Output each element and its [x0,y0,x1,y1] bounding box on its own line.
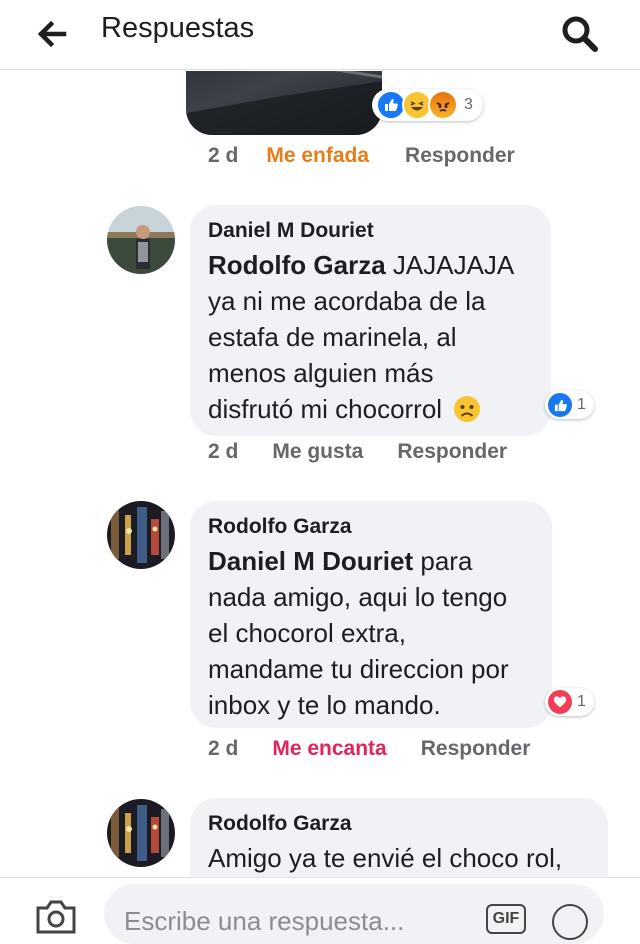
comment-actions: 2 d Me gusta Responder [208,440,507,464]
reactions-summary[interactable]: 3 [372,89,483,121]
reply-placeholder: Escribe una respuesta... [124,906,405,936]
arrow-left-icon[interactable] [34,14,74,54]
emoji-icon[interactable] [552,904,588,940]
reply-input[interactable]: Escribe una respuesta... GIF [104,884,604,944]
reaction-badge[interactable]: 1 [545,391,594,419]
page-title: Respuestas [101,12,255,44]
reply-link[interactable]: Responder [405,144,515,168]
reply-composer: Escribe una respuesta... GIF [0,877,640,944]
avatar[interactable] [107,206,175,274]
gif-button[interactable]: GIF [486,904,526,934]
reaction-link[interactable]: Me enfada [266,144,369,168]
comment-actions: 2 d Me encanta Responder [208,737,530,761]
reaction-link[interactable]: Me gusta [272,440,363,464]
reaction-count: 1 [577,396,586,413]
timestamp: 2 d [208,144,239,167]
comment-text-line: mandame tu direccion por [208,654,509,684]
reaction-count: 3 [464,96,473,113]
angry-reaction-icon [428,90,458,120]
timestamp: 2 d [208,737,239,760]
reaction-link[interactable]: Me encanta [272,737,386,761]
avatar[interactable] [107,501,175,569]
comment-photo[interactable] [186,71,382,135]
like-reaction-icon [548,393,572,417]
comment-text: Rodolfo Garza JAJAJAJA ya ni me acordaba… [208,247,531,427]
comment-text-line: menos alguien más [208,358,434,388]
camera-icon[interactable] [34,898,78,934]
comment-text: Daniel M Douriet para nada amigo, aqui l… [208,543,532,723]
avatar[interactable] [107,799,175,867]
comment-text: Amigo ya te envié el choco rol, [208,843,563,873]
comment-bubble: Rodolfo Garza Daniel M Douriet para nada… [190,501,552,728]
mention-link[interactable]: Rodolfo Garza [208,250,386,280]
comment-author[interactable]: Daniel M Douriet [208,219,531,243]
comment-text-line: inbox y te lo mando. [208,690,441,720]
comment-author[interactable]: Rodolfo Garza [208,812,588,836]
sad-face-icon [454,396,481,422]
comment-text-line: estafa de marinela, al [208,322,457,352]
top-bar: Respuestas [0,0,640,70]
comment-text-line: ya ni me acordaba de la [208,286,486,316]
reply-link[interactable]: Responder [421,737,531,761]
mention-link[interactable]: Daniel M Douriet [208,546,413,576]
comment-actions: 2 d Me enfada Responder [208,144,515,168]
comment-text-line: el chocorol extra, [208,618,406,648]
reaction-count: 1 [577,693,586,710]
timestamp: 2 d [208,440,239,463]
comment-text-line: disfrutó mi chocorrol [208,394,443,424]
replies-list: 3 2 d Me enfada Responder Daniel M Douri… [0,71,640,877]
comment-bubble: Daniel M Douriet Rodolfo Garza JAJAJAJA … [190,205,551,436]
comment-author[interactable]: Rodolfo Garza [208,515,532,539]
comment-text-line: nada amigo, aqui lo tengo [208,582,508,612]
reply-link[interactable]: Responder [397,440,507,464]
search-icon[interactable] [558,12,602,56]
reaction-badge[interactable]: 1 [545,688,594,716]
comment-text-line: para [420,546,473,576]
heart-reaction-icon [548,690,572,714]
comment-bubble: Rodolfo Garza Amigo ya te envié el choco… [190,798,608,877]
comment-text-line: JAJAJAJA [392,250,515,280]
